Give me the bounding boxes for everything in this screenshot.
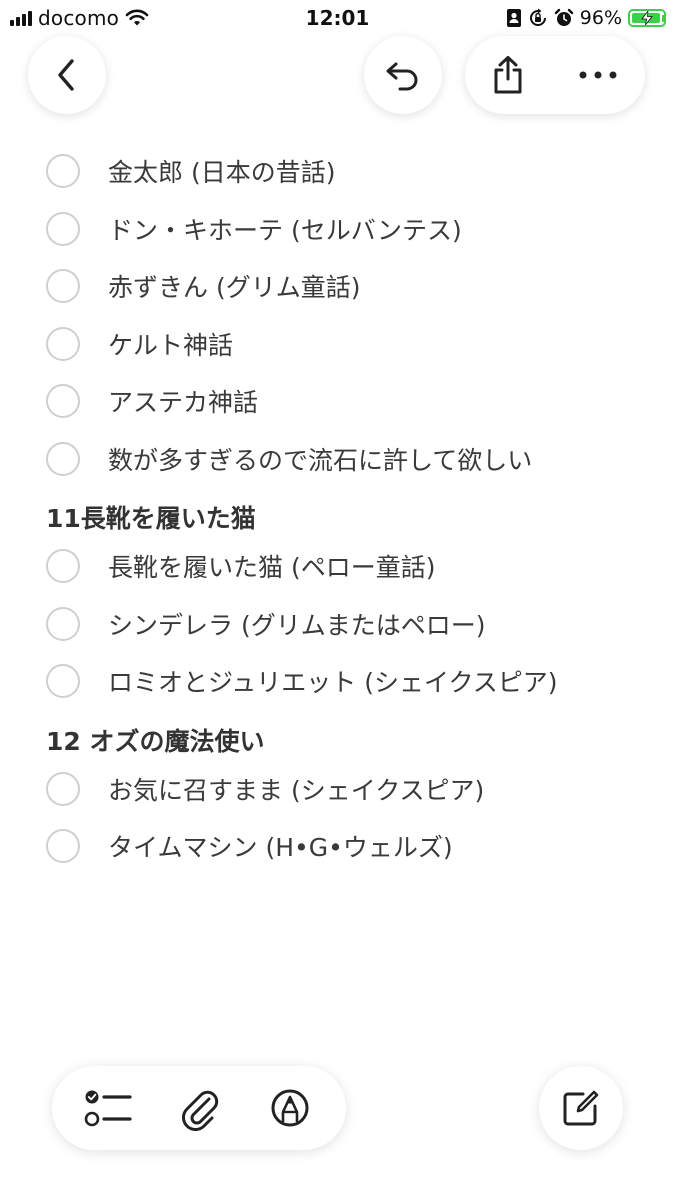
contact-card-icon — [506, 9, 521, 27]
checklist-checkbox[interactable] — [46, 441, 80, 476]
checklist-checkbox[interactable] — [46, 829, 80, 863]
status-right: 96% — [506, 6, 666, 30]
checklist-item-text[interactable]: ロミオとジュリエット (シェイクスピア) — [108, 663, 557, 699]
chevron-left-icon — [58, 59, 74, 91]
alarm-icon — [554, 8, 573, 26]
checklist-item: 数が多すぎるので流石に許して欲しい — [0, 434, 675, 484]
checklist-checkbox[interactable] — [46, 549, 80, 583]
checklist-item-text[interactable]: 数が多すぎるので流石に許して欲しい — [108, 441, 532, 477]
checklist-item: アステカ神話 — [0, 376, 675, 426]
checklist-item-text[interactable]: シンデレラ (グリムまたはペロー) — [108, 606, 485, 642]
battery-icon — [628, 9, 666, 27]
pen-markup-icon — [271, 1089, 309, 1127]
share-icon — [494, 56, 522, 94]
more-button[interactable] — [551, 36, 645, 114]
checklist-checkbox[interactable] — [46, 771, 80, 806]
checklist-item-text[interactable]: アステカ神話 — [108, 383, 258, 419]
ellipsis-icon — [579, 71, 617, 79]
checklist-item: ロミオとジュリエット (シェイクスピア) — [0, 656, 675, 706]
status-bar: docomo 12:01 96% — [0, 0, 675, 40]
back-button[interactable] — [28, 36, 106, 114]
checklist-item-text[interactable]: ドン・キホーテ (セルバンテス) — [108, 211, 462, 247]
checklist-item-text[interactable]: ケルト神話 — [108, 326, 233, 362]
checklist-item-text[interactable]: 長靴を履いた猫 (ペロー童話) — [108, 548, 435, 584]
compose-button[interactable] — [539, 1066, 623, 1150]
checklist-item-text[interactable]: 金太郎 (日本の昔話) — [108, 153, 335, 189]
compose-icon — [563, 1090, 599, 1126]
checklist-checkbox[interactable] — [46, 664, 80, 698]
checklist-checkbox[interactable] — [46, 384, 80, 418]
notes-page: docomo 12:01 96% 金太郎 (日本の昔話) ドン・キホーテ (セル… — [0, 0, 675, 1200]
top-action-pill — [465, 36, 645, 114]
rotation-lock-icon — [529, 8, 546, 26]
markup-button[interactable] — [250, 1066, 330, 1150]
checklist-checkbox[interactable] — [46, 211, 80, 246]
checklist-item: ドン・キホーテ (セルバンテス) — [0, 204, 675, 254]
checklist-item: 赤ずきん (グリム童話) — [0, 261, 675, 311]
checklist-item: お気に召すまま (シェイクスピア) — [0, 764, 675, 814]
checklist-checkbox[interactable] — [46, 269, 80, 303]
undo-button[interactable] — [364, 36, 442, 114]
attachment-button[interactable] — [159, 1066, 239, 1150]
checklist-checkbox[interactable] — [46, 326, 80, 361]
checklist-item-text[interactable]: タイムマシン (H•G•ウェルズ) — [108, 828, 453, 864]
checklist-item: タイムマシン (H•G•ウェルズ) — [0, 821, 675, 871]
section-heading: 11長靴を履いた猫 — [46, 504, 256, 533]
battery-percent: 96% — [579, 7, 622, 29]
checklist-checkbox[interactable] — [46, 606, 80, 641]
paperclip-icon — [182, 1090, 219, 1131]
undo-icon — [386, 62, 418, 91]
checklist-icon — [84, 1090, 132, 1127]
share-button[interactable] — [465, 36, 551, 114]
checklist-item: 長靴を履いた猫 (ペロー童話) — [0, 541, 675, 591]
checklist-checkbox[interactable] — [46, 154, 80, 188]
section-heading: 12 オズの魔法使い — [46, 726, 265, 756]
checklist-item: ケルト神話 — [0, 319, 675, 369]
checklist-button[interactable] — [68, 1066, 148, 1150]
checklist-item-text[interactable]: 赤ずきん (グリム童話) — [108, 268, 360, 304]
checklist-item: シンデレラ (グリムまたはペロー) — [0, 599, 675, 649]
checklist-item: 金太郎 (日本の昔話) — [0, 146, 675, 196]
bottom-toolbar — [52, 1066, 346, 1150]
checklist-item-text[interactable]: お気に召すまま (シェイクスピア) — [108, 771, 484, 807]
